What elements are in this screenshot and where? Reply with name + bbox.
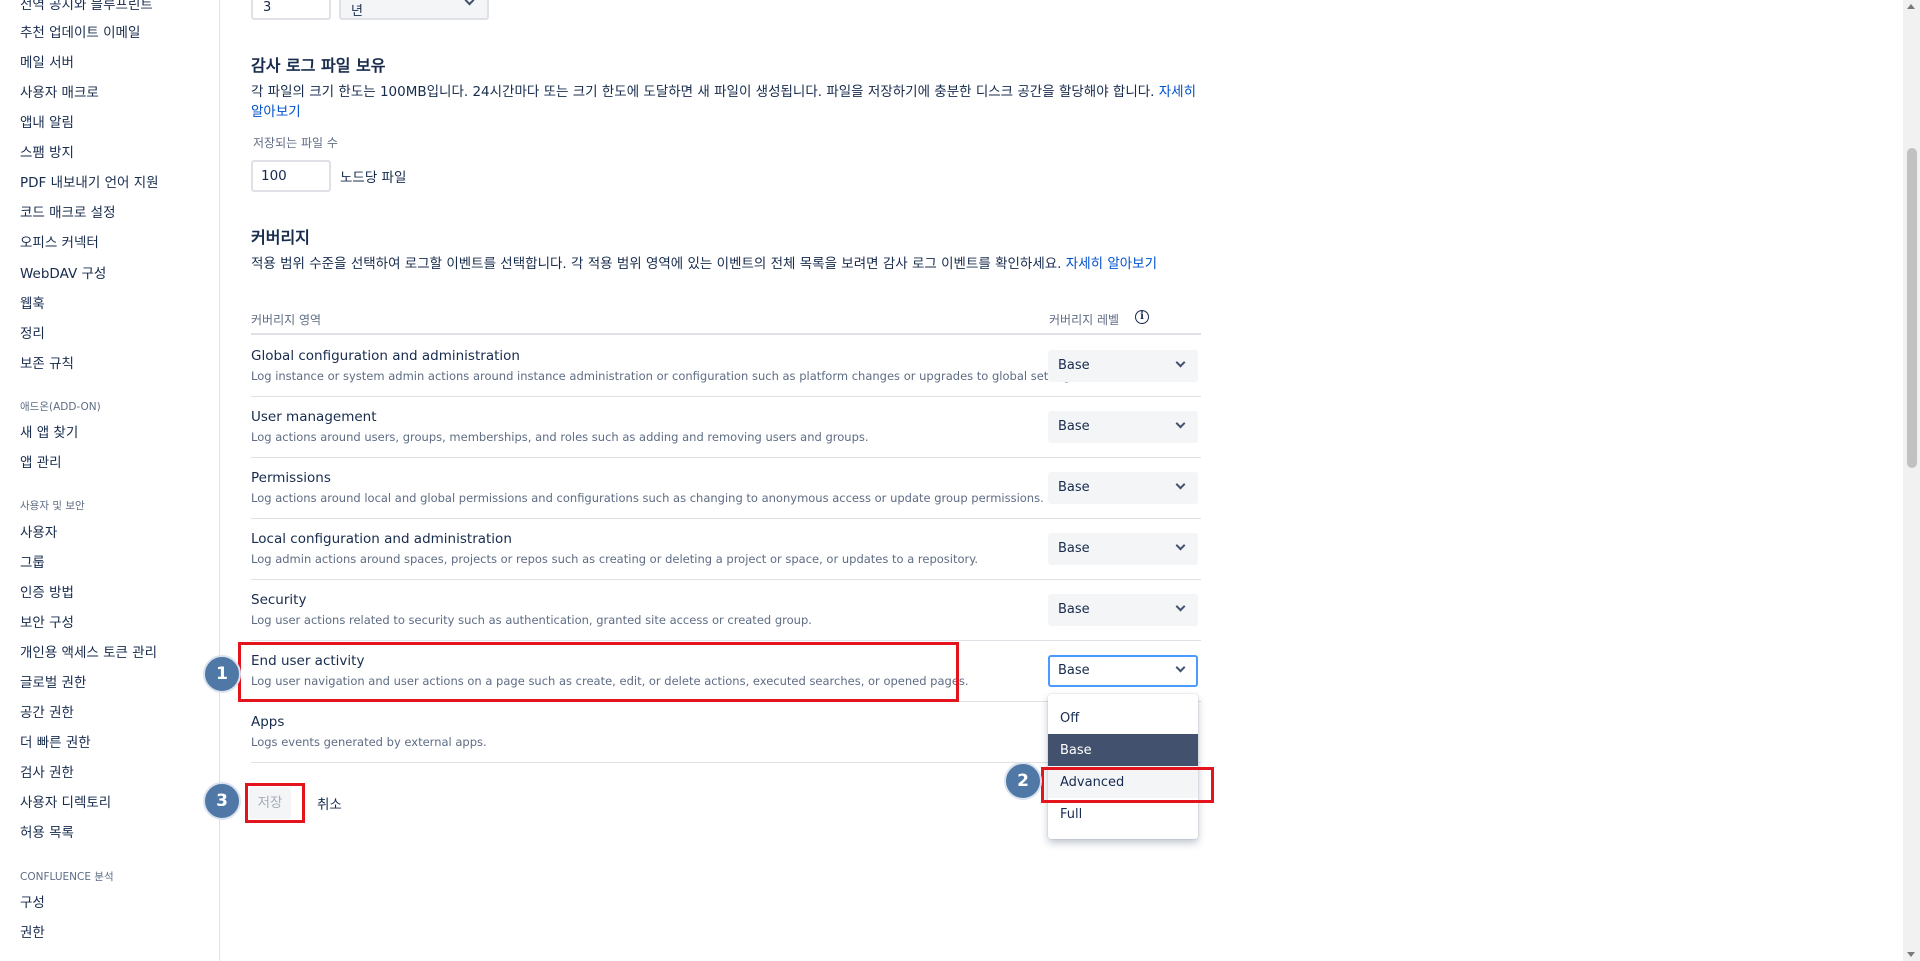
audit-files-description: 각 파일의 크기 한도는 100MB입니다. 24시간마다 또는 크기 한도에 … bbox=[251, 82, 1211, 122]
chevron-down-icon bbox=[1175, 479, 1186, 490]
coverage-level-value: Base bbox=[1058, 419, 1090, 434]
sidebar-item-auth-methods[interactable]: 인증 방법 bbox=[20, 581, 74, 601]
sidebar-item-mail-server[interactable]: 메일 서버 bbox=[20, 51, 74, 71]
scroll-down-arrow-icon[interactable] bbox=[1907, 952, 1915, 957]
audit-files-description-text: 각 파일의 크기 한도는 100MB입니다. 24시간마다 또는 크기 한도에 … bbox=[251, 84, 1155, 100]
sidebar-item-users[interactable]: 사용자 bbox=[20, 521, 57, 541]
coverage-row-description: Log actions around local and global perm… bbox=[251, 491, 1044, 505]
row-divider bbox=[251, 396, 1201, 397]
annotation-step-badge-3: 3 bbox=[203, 782, 241, 820]
sidebar-item-webhooks[interactable]: 웹훅 bbox=[20, 292, 45, 312]
dropdown-option-base[interactable]: Base bbox=[1048, 734, 1198, 766]
sidebar-item-allowlist[interactable]: 허용 목록 bbox=[20, 821, 74, 841]
sidebar-item-pdf-language[interactable]: PDF 내보내기 언어 지원 bbox=[20, 171, 159, 191]
retention-period-input[interactable]: 3 bbox=[251, 0, 331, 20]
cancel-button[interactable]: 취소 bbox=[317, 793, 342, 813]
sidebar-item-security-config[interactable]: 보안 구성 bbox=[20, 611, 74, 631]
coverage-description: 적용 범위 수준을 선택하여 로그할 이벤트를 선택합니다. 각 적용 범위 영… bbox=[251, 254, 1211, 274]
coverage-level-value: Base bbox=[1058, 541, 1090, 556]
coverage-row-title: Permissions bbox=[251, 470, 331, 486]
annotation-step-badge-2: 2 bbox=[1004, 762, 1042, 800]
coverage-row-title: Security bbox=[251, 592, 307, 608]
sidebar-item-groups[interactable]: 그룹 bbox=[20, 551, 45, 571]
chevron-down-icon bbox=[1175, 357, 1186, 368]
coverage-row-description: Log user actions related to security suc… bbox=[251, 613, 812, 627]
coverage-level-select-security[interactable]: Base bbox=[1048, 594, 1198, 626]
chevron-down-icon bbox=[1175, 601, 1186, 612]
annotation-highlight-save-button bbox=[245, 783, 305, 823]
row-divider bbox=[251, 579, 1201, 580]
sidebar-item-in-app-notifications[interactable]: 앱내 알림 bbox=[20, 111, 74, 131]
sidebar-heading-users-security: 사용자 및 보안 bbox=[20, 500, 85, 512]
sidebar-item-global-templates[interactable]: 전역 공지와 블루프린트 bbox=[20, 0, 153, 13]
sidebar-item-user-macros[interactable]: 사용자 매크로 bbox=[20, 81, 99, 101]
sidebar-item-inspect-permissions[interactable]: 검사 권한 bbox=[20, 761, 74, 781]
coverage-learn-more-link[interactable]: 자세히 알아보기 bbox=[1066, 256, 1157, 272]
coverage-level-value: Base bbox=[1058, 602, 1090, 617]
sidebar-item-retention-rules[interactable]: 보존 규칙 bbox=[20, 352, 74, 372]
coverage-level-column-header: 커버리지 레벨 bbox=[1049, 313, 1120, 327]
chevron-down-icon bbox=[1175, 662, 1186, 673]
annotation-highlight-end-user-activity bbox=[238, 642, 959, 702]
coverage-level-value: Base bbox=[1058, 663, 1090, 678]
coverage-level-select-local-config[interactable]: Base bbox=[1048, 533, 1198, 565]
dropdown-option-off[interactable]: Off bbox=[1048, 702, 1198, 734]
sidebar-item-space-permissions[interactable]: 공간 권한 bbox=[20, 701, 74, 721]
sidebar-heading-analytics: CONFLUENCE 분석 bbox=[20, 871, 114, 883]
coverage-level-value: Base bbox=[1058, 358, 1090, 373]
sidebar-item-manage-apps[interactable]: 앱 관리 bbox=[20, 451, 62, 471]
scroll-up-arrow-icon[interactable] bbox=[1907, 4, 1915, 9]
row-divider bbox=[251, 640, 1201, 641]
retention-unit-value: 년 bbox=[351, 4, 363, 19]
chevron-down-icon bbox=[1175, 540, 1186, 551]
coverage-row-description: Log admin actions around spaces, project… bbox=[251, 552, 979, 566]
coverage-level-select-user-management[interactable]: Base bbox=[1048, 411, 1198, 443]
main-content: 3 년 감사 로그 파일 보유 각 파일의 크기 한도는 100MB입니다. 2… bbox=[203, 0, 1903, 961]
sidebar-item-access-tokens[interactable]: 개인용 액세스 토큰 관리 bbox=[20, 641, 157, 661]
sidebar-item-analytics-permissions[interactable]: 권한 bbox=[20, 921, 45, 941]
row-divider bbox=[251, 518, 1201, 519]
coverage-title: 커버리지 bbox=[251, 228, 310, 247]
info-icon[interactable]: i bbox=[1135, 310, 1149, 324]
scrollbar-thumb[interactable] bbox=[1907, 148, 1917, 468]
files-stored-input[interactable]: 100 bbox=[251, 160, 331, 192]
retention-unit-select[interactable]: 년 bbox=[339, 0, 489, 20]
annotation-step-badge-1: 1 bbox=[203, 655, 241, 693]
coverage-row-title: User management bbox=[251, 409, 377, 425]
coverage-row-description: Log instance or system admin actions aro… bbox=[251, 369, 1081, 383]
chevron-down-icon bbox=[1175, 418, 1186, 429]
sidebar-item-find-apps[interactable]: 새 앱 찾기 bbox=[20, 421, 78, 441]
audit-files-title: 감사 로그 파일 보유 bbox=[251, 56, 386, 75]
coverage-row-title: Apps bbox=[251, 714, 285, 730]
files-per-node-suffix: 노드당 파일 bbox=[340, 170, 407, 186]
coverage-level-value: Base bbox=[1058, 480, 1090, 495]
sidebar-item-recommended-email[interactable]: 추천 업데이트 이메일 bbox=[20, 21, 140, 41]
sidebar-item-office-connector[interactable]: 오피스 커넥터 bbox=[20, 231, 99, 251]
sidebar-item-analytics-config[interactable]: 구성 bbox=[20, 891, 45, 911]
chevron-down-icon bbox=[464, 0, 475, 6]
sidebar-item-webdav[interactable]: WebDAV 구성 bbox=[20, 262, 106, 282]
annotation-highlight-advanced-option bbox=[1041, 767, 1214, 803]
coverage-description-text: 적용 범위 수준을 선택하여 로그할 이벤트를 선택합니다. 각 적용 범위 영… bbox=[251, 256, 1062, 272]
sidebar-item-cleanup[interactable]: 정리 bbox=[20, 322, 45, 342]
coverage-row-title: Local configuration and administration bbox=[251, 531, 512, 547]
sidebar-item-user-directories[interactable]: 사용자 디렉토리 bbox=[20, 791, 111, 811]
sidebar-heading-addons: 애드온(ADD-ON) bbox=[20, 401, 101, 413]
table-header-divider bbox=[251, 333, 1201, 335]
coverage-area-column-header: 커버리지 영역 bbox=[251, 313, 322, 327]
sidebar-item-global-permissions[interactable]: 글로벌 권한 bbox=[20, 671, 86, 691]
coverage-level-select-global-config[interactable]: Base bbox=[1048, 350, 1198, 382]
coverage-row-description: Log actions around users, groups, member… bbox=[251, 430, 869, 444]
row-divider bbox=[251, 457, 1201, 458]
sidebar-item-code-macro[interactable]: 코드 매크로 설정 bbox=[20, 201, 116, 221]
coverage-row-description: Logs events generated by external apps. bbox=[251, 735, 487, 749]
sidebar-item-spam-prevention[interactable]: 스팸 방지 bbox=[20, 141, 74, 161]
coverage-level-select-end-user-activity[interactable]: Base bbox=[1048, 655, 1198, 687]
coverage-level-select-permissions[interactable]: Base bbox=[1048, 472, 1198, 504]
sidebar-item-faster-permissions[interactable]: 더 빠른 권한 bbox=[20, 731, 91, 751]
vertical-scrollbar[interactable] bbox=[1903, 0, 1920, 961]
files-stored-label: 저장되는 파일 수 bbox=[253, 136, 338, 150]
coverage-row-title: Global configuration and administration bbox=[251, 348, 520, 364]
admin-sidebar: 전역 공지와 블루프린트 추천 업데이트 이메일 메일 서버 사용자 매크로 앱… bbox=[0, 0, 220, 961]
